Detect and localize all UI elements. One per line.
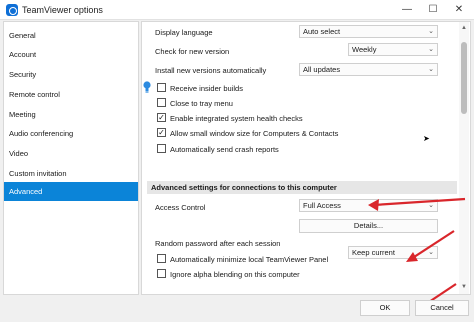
random-password-select[interactable]: Keep current ⌄ <box>348 246 438 259</box>
sidebar-item-advanced[interactable]: Advanced <box>4 182 138 201</box>
close-button[interactable]: ✕ <box>446 0 472 20</box>
sidebar-item-general[interactable]: General <box>4 26 138 45</box>
install-versions-select[interactable]: All updates ⌄ <box>299 63 438 76</box>
mouse-cursor-icon: ➤ <box>423 134 430 143</box>
display-language-select[interactable]: Auto select ⌄ <box>299 25 438 38</box>
sidebar-item-audio-conferencing[interactable]: Audio conferencing <box>4 124 138 143</box>
random-password-label: Random password after each session <box>155 239 281 248</box>
ignore-alpha-blending-label: Ignore alpha blending on this computer <box>170 270 300 279</box>
check-version-label: Check for new version <box>155 47 230 56</box>
scroll-up-icon[interactable]: ▲ <box>461 25 467 31</box>
maximize-button[interactable]: ☐ <box>420 0 446 20</box>
sidebar-item-custom-invitation[interactable]: Custom invitation <box>4 164 138 183</box>
access-control-value: Full Access <box>303 201 341 210</box>
sidebar-item-video[interactable]: Video <box>4 144 138 163</box>
check-version-value: Weekly <box>352 45 377 54</box>
minimize-button[interactable]: — <box>394 0 420 20</box>
sidebar-item-remote-control[interactable]: Remote control <box>4 85 138 104</box>
check-version-select[interactable]: Weekly ⌄ <box>348 43 438 56</box>
details-button[interactable]: Details... <box>299 219 438 233</box>
install-versions-value: All updates <box>303 65 341 74</box>
access-control-label: Access Control <box>155 203 206 212</box>
chevron-down-icon: ⌄ <box>428 249 434 256</box>
title-bar: TeamViewer options — ☐ ✕ <box>0 0 474 20</box>
auto-minimize-panel-checkbox[interactable] <box>157 254 166 263</box>
window-title: TeamViewer options <box>22 5 103 15</box>
access-control-select[interactable]: Full Access ⌄ <box>299 199 438 212</box>
receive-insider-builds-checkbox[interactable] <box>157 83 166 92</box>
sidebar-item-security[interactable]: Security <box>4 65 138 84</box>
small-window-size-label: Allow small window size for Computers & … <box>170 129 339 138</box>
receive-insider-builds-label: Receive insider builds <box>170 84 243 93</box>
chevron-down-icon: ⌄ <box>428 202 434 209</box>
system-health-checks-checkbox[interactable]: ✓ <box>157 113 166 122</box>
cancel-button[interactable]: Cancel <box>415 300 469 316</box>
vertical-scrollbar[interactable]: ▲ ▼ <box>459 22 469 294</box>
section-heading: Advanced settings for connections to thi… <box>147 181 457 194</box>
sidebar-item-meeting[interactable]: Meeting <box>4 105 138 124</box>
auto-minimize-panel-label: Automatically minimize local TeamViewer … <box>170 255 329 264</box>
lightbulb-icon <box>143 81 151 93</box>
scroll-thumb[interactable] <box>461 42 467 114</box>
options-sidebar: General Account Security Remote control … <box>3 21 139 295</box>
small-window-size-checkbox[interactable]: ✓ <box>157 128 166 137</box>
send-crash-reports-checkbox[interactable] <box>157 144 166 153</box>
random-password-value: Keep current <box>352 248 395 257</box>
checkmark-icon: ✓ <box>158 128 165 137</box>
chevron-down-icon: ⌄ <box>428 66 434 73</box>
scroll-down-icon[interactable]: ▼ <box>461 284 467 290</box>
send-crash-reports-label: Automatically send crash reports <box>170 145 279 154</box>
display-language-label: Display language <box>155 28 213 37</box>
ignore-alpha-blending-checkbox[interactable] <box>157 269 166 278</box>
chevron-down-icon: ⌄ <box>428 28 434 35</box>
close-to-tray-checkbox[interactable] <box>157 98 166 107</box>
sidebar-item-account[interactable]: Account <box>4 45 138 64</box>
close-to-tray-label: Close to tray menu <box>170 99 233 108</box>
teamviewer-logo-icon <box>6 4 18 16</box>
system-health-checks-label: Enable integrated system health checks <box>170 114 303 123</box>
ok-button[interactable]: OK <box>360 300 410 316</box>
install-versions-label: Install new versions automatically <box>155 66 267 75</box>
checkmark-icon: ✓ <box>158 113 165 122</box>
display-language-value: Auto select <box>303 27 341 36</box>
chevron-down-icon: ⌄ <box>428 46 434 53</box>
